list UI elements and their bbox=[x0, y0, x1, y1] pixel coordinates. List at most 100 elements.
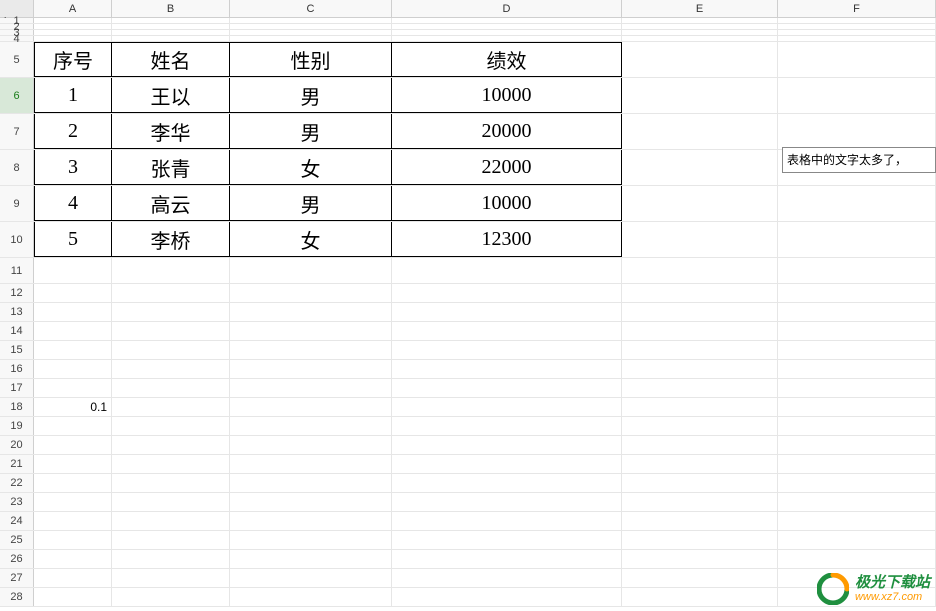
row-11[interactable]: 11 bbox=[0, 258, 936, 284]
cell[interactable] bbox=[778, 341, 936, 359]
row-6[interactable]: 6 1 王以 男 10000 bbox=[0, 78, 936, 114]
cell[interactable] bbox=[622, 258, 778, 283]
row-28[interactable]: 28 bbox=[0, 588, 936, 607]
cell[interactable] bbox=[112, 18, 230, 23]
floating-textbox[interactable]: 表格中的文字太多了， bbox=[782, 147, 936, 173]
cell[interactable] bbox=[230, 18, 392, 23]
cell[interactable]: 1 bbox=[34, 78, 112, 113]
cell[interactable] bbox=[34, 455, 112, 473]
row-header[interactable]: 4 bbox=[0, 36, 34, 41]
cell[interactable] bbox=[230, 512, 392, 530]
row-header[interactable]: 20 bbox=[0, 436, 34, 454]
row-9[interactable]: 9 4 高云 男 10000 bbox=[0, 186, 936, 222]
cell[interactable] bbox=[622, 24, 778, 29]
row-header[interactable]: 27 bbox=[0, 569, 34, 587]
cell[interactable] bbox=[230, 36, 392, 41]
cell-header-name[interactable]: 姓名 bbox=[112, 42, 230, 77]
cell[interactable]: 男 bbox=[230, 186, 392, 221]
row-20[interactable]: 20 bbox=[0, 436, 936, 455]
cell[interactable] bbox=[34, 18, 112, 23]
cell-header-perf[interactable]: 绩效 bbox=[392, 42, 622, 77]
cell[interactable] bbox=[622, 417, 778, 435]
cell[interactable] bbox=[392, 493, 622, 511]
cell[interactable] bbox=[112, 569, 230, 587]
row-header[interactable]: 5 bbox=[0, 42, 34, 77]
cell[interactable] bbox=[34, 24, 112, 29]
cell[interactable] bbox=[230, 436, 392, 454]
cell[interactable] bbox=[34, 284, 112, 302]
cell[interactable] bbox=[392, 24, 622, 29]
row-header[interactable]: 10 bbox=[0, 222, 34, 257]
cell[interactable] bbox=[622, 455, 778, 473]
cell[interactable] bbox=[112, 379, 230, 397]
cell[interactable] bbox=[112, 398, 230, 416]
cell[interactable] bbox=[112, 36, 230, 41]
col-header-E[interactable]: E bbox=[622, 0, 778, 17]
col-header-A[interactable]: A bbox=[34, 0, 112, 17]
row-header[interactable]: 8 bbox=[0, 150, 34, 185]
cell[interactable] bbox=[34, 531, 112, 549]
cell[interactable] bbox=[112, 24, 230, 29]
cell[interactable] bbox=[392, 588, 622, 606]
cell[interactable] bbox=[622, 114, 778, 149]
cell[interactable] bbox=[392, 341, 622, 359]
cell[interactable] bbox=[230, 303, 392, 321]
cell[interactable] bbox=[392, 569, 622, 587]
cell[interactable] bbox=[778, 360, 936, 378]
row-header[interactable]: 24 bbox=[0, 512, 34, 530]
cell[interactable] bbox=[778, 36, 936, 41]
cell[interactable] bbox=[778, 550, 936, 568]
cell[interactable] bbox=[778, 186, 936, 221]
cell[interactable] bbox=[622, 360, 778, 378]
cell[interactable] bbox=[622, 569, 778, 587]
cell[interactable] bbox=[622, 42, 778, 77]
cell[interactable] bbox=[392, 322, 622, 340]
cell[interactable] bbox=[112, 322, 230, 340]
cell[interactable] bbox=[392, 284, 622, 302]
row-header[interactable]: 25 bbox=[0, 531, 34, 549]
cell[interactable] bbox=[34, 30, 112, 35]
row-header[interactable]: 22 bbox=[0, 474, 34, 492]
cell[interactable] bbox=[392, 18, 622, 23]
cell[interactable]: 4 bbox=[34, 186, 112, 221]
cell[interactable] bbox=[230, 360, 392, 378]
cell[interactable] bbox=[112, 588, 230, 606]
cell-header-seq[interactable]: 序号 bbox=[34, 42, 112, 77]
cell[interactable]: 女 bbox=[230, 150, 392, 185]
cell[interactable] bbox=[778, 222, 936, 257]
cell[interactable] bbox=[112, 284, 230, 302]
col-header-C[interactable]: C bbox=[230, 0, 392, 17]
row-10[interactable]: 10 5 李桥 女 12300 bbox=[0, 222, 936, 258]
row-header[interactable]: 23 bbox=[0, 493, 34, 511]
cell[interactable] bbox=[112, 531, 230, 549]
row-12[interactable]: 12 bbox=[0, 284, 936, 303]
cell[interactable] bbox=[392, 417, 622, 435]
row-header[interactable]: 14 bbox=[0, 322, 34, 340]
cell[interactable] bbox=[622, 18, 778, 23]
cell[interactable] bbox=[622, 222, 778, 257]
cell[interactable] bbox=[230, 455, 392, 473]
cell[interactable] bbox=[230, 24, 392, 29]
row-13[interactable]: 13 bbox=[0, 303, 936, 322]
cell[interactable] bbox=[622, 322, 778, 340]
col-header-F[interactable]: F bbox=[778, 0, 936, 17]
cell[interactable] bbox=[34, 303, 112, 321]
cell[interactable]: 5 bbox=[34, 222, 112, 257]
cell[interactable] bbox=[392, 258, 622, 283]
cell[interactable]: 10000 bbox=[392, 186, 622, 221]
cell[interactable] bbox=[622, 303, 778, 321]
cell[interactable] bbox=[778, 42, 936, 77]
cell[interactable] bbox=[112, 436, 230, 454]
cell[interactable] bbox=[778, 474, 936, 492]
cell-header-gender[interactable]: 性别 bbox=[230, 42, 392, 77]
cell[interactable]: 3 bbox=[34, 150, 112, 185]
cell[interactable] bbox=[392, 474, 622, 492]
cell[interactable] bbox=[622, 474, 778, 492]
cell[interactable] bbox=[622, 588, 778, 606]
cell[interactable] bbox=[778, 322, 936, 340]
cell[interactable] bbox=[112, 474, 230, 492]
row-header[interactable]: 16 bbox=[0, 360, 34, 378]
row-19[interactable]: 19 bbox=[0, 417, 936, 436]
cell[interactable] bbox=[34, 322, 112, 340]
cell[interactable] bbox=[622, 379, 778, 397]
